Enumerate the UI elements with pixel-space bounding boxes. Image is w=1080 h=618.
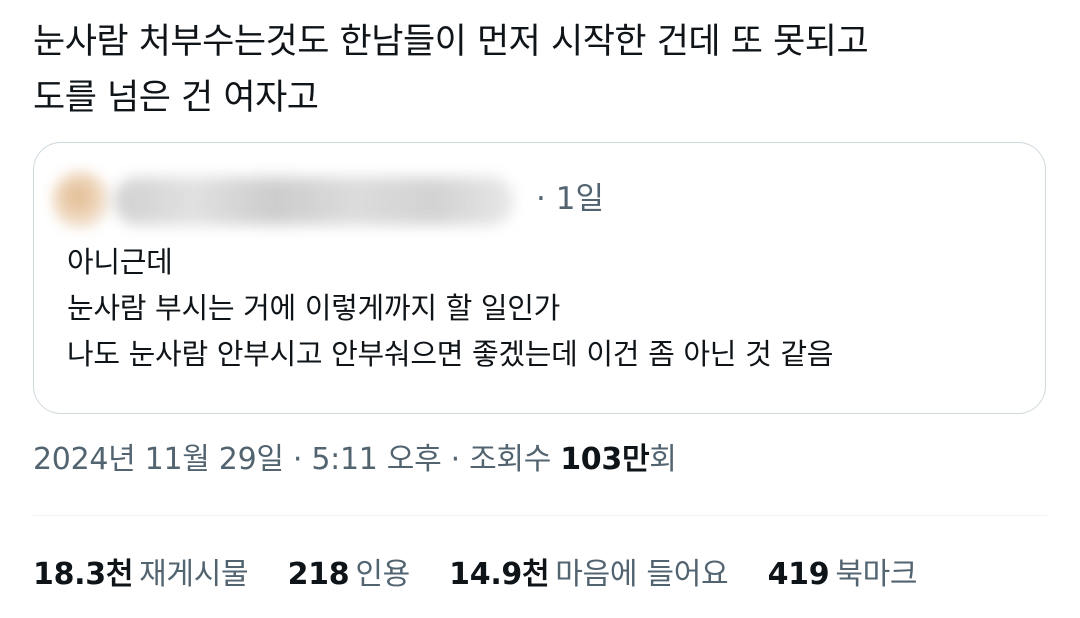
quoted-tweet-line: 나도 눈사람 안부시고 안부숴으면 좋겠는데 이건 좀 아닌 것 같음	[67, 337, 834, 371]
retweets-label: 재게시물	[139, 557, 249, 592]
quotes-count: 218	[287, 557, 350, 592]
relative-time[interactable]: 1일	[556, 181, 604, 217]
quotes-stat[interactable]: 218 인용	[287, 553, 411, 597]
tweet-text: 눈사람 처부수는것도 한남들이 먼저 시작한 건데 또 못되고 도를 넘은 건 …	[33, 14, 1043, 126]
quoted-tweet-body: 아니근데 눈사람 부시는 거에 이렇게까지 할 일인가 나도 눈사람 안부시고 …	[67, 239, 833, 377]
quoted-tweet-line: 눈사람 부시는 거에 이렇게까지 할 일인가	[67, 291, 561, 325]
quotes-label: 인용	[355, 557, 410, 592]
blurred-avatar[interactable]	[52, 171, 110, 229]
bookmarks-stat[interactable]: 419 북마크	[768, 553, 918, 597]
views-count: 103만	[560, 442, 650, 477]
engagement-stats: 18.3천 재게시물 218 인용 14.9천 마음에 들어요 419 북마크	[33, 553, 947, 597]
bookmarks-count: 419	[767, 557, 830, 592]
views-suffix: 회	[649, 442, 677, 477]
views-label: 조회수	[469, 442, 561, 477]
quoted-tweet-line: 아니근데	[67, 245, 173, 279]
quoted-tweet-header[interactable]: · 1일	[52, 169, 652, 235]
quoted-tweet-time[interactable]: · 1일	[536, 179, 604, 219]
likes-label: 마음에 들어요	[555, 557, 729, 592]
tweet-timestamp: 2024년 11월 29일 · 5:11 오후 · 조회수 103만회	[33, 438, 677, 482]
divider	[33, 515, 1047, 516]
tweet-text-line-1: 눈사람 처부수는것도 한남들이 먼저 시작한 건데 또 못되고	[33, 22, 869, 62]
time-separator: ·	[536, 181, 546, 217]
blurred-username[interactable]	[114, 177, 514, 225]
likes-count: 14.9천	[449, 557, 550, 592]
tweet-datetime[interactable]: 2024년 11월 29일 · 5:11 오후 ·	[33, 442, 469, 477]
retweets-stat[interactable]: 18.3천 재게시물	[33, 553, 249, 597]
likes-stat[interactable]: 14.9천 마음에 들어요	[449, 553, 728, 597]
quoted-tweet-card[interactable]: · 1일 아니근데 눈사람 부시는 거에 이렇게까지 할 일인가 나도 눈사람 …	[33, 142, 1046, 414]
tweet-text-line-2: 도를 넘은 건 여자고	[33, 78, 319, 118]
retweets-count: 18.3천	[33, 557, 134, 592]
bookmarks-label: 북마크	[835, 557, 918, 592]
